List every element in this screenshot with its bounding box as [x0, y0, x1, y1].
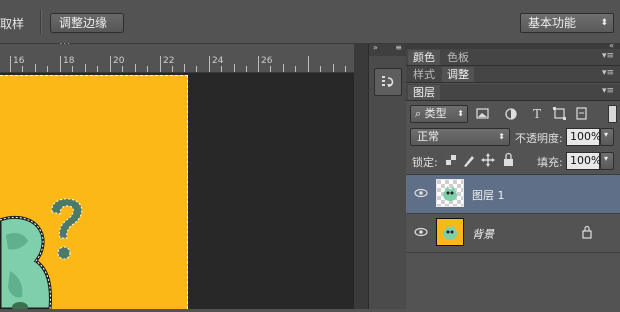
layers-panel-tabs: 图层 ▾≡ [406, 84, 620, 101]
panel-menu-icon[interactable]: ▾≡ [602, 86, 614, 96]
selection-marquee [0, 75, 188, 309]
dock-header: » ≡ [369, 43, 406, 56]
blend-mode-label: 正常 [417, 130, 439, 143]
color-panel-tabs: 颜色 色板 ▾≡ [406, 49, 620, 66]
layer-name[interactable]: 图层 1 [472, 187, 505, 203]
panel-menu-icon[interactable]: ▾≡ [602, 51, 614, 61]
workspace-select[interactable]: 基本功能 ⬍ [520, 13, 614, 33]
layer-row[interactable]: 图层 1 [406, 175, 620, 214]
chevron-down-icon: ▾ [604, 130, 609, 139]
opacity-label: 不透明度: [515, 132, 563, 145]
sample-label[interactable]: 取样 [0, 15, 24, 32]
fill-input[interactable]: 100% [566, 152, 601, 170]
search-icon: ⌕ [415, 107, 422, 120]
layer-thumbnail[interactable] [436, 218, 464, 246]
collapse-arrows-icon[interactable]: » [373, 43, 378, 52]
workspace-label: 基本功能 [528, 16, 577, 30]
history-icon [382, 76, 394, 87]
blend-mode-select[interactable]: 正常 ⬍ [410, 128, 510, 146]
collapsed-dock: » ≡ [368, 43, 407, 309]
tab-styles[interactable]: 样式 [408, 67, 440, 82]
chevron-updown-icon: ⬍ [498, 132, 505, 141]
history-panel-button[interactable] [374, 68, 402, 96]
lock-icon [582, 225, 592, 239]
toolbar-separator [40, 10, 42, 34]
layer-thumbnail[interactable] [436, 179, 464, 207]
layer-row[interactable]: 背景 [406, 214, 620, 253]
right-panel-column: « 颜色 色板 ▾≡ 样式 调整 ▾≡ 图层 ▾≡ ⌕ 类型 ⬍ T 正常 ⬍ … [406, 41, 620, 309]
fill-dropdown[interactable]: ▾ [600, 152, 614, 170]
chevron-down-icon: ▾ [604, 154, 609, 163]
opacity-input[interactable]: 100% [566, 128, 601, 146]
horizontal-ruler[interactable]: 16 18 20 22 24 26 [0, 44, 356, 73]
filter-kind-label: 类型 [424, 107, 447, 120]
refine-edge-button[interactable]: 调整边缘 ... [50, 13, 124, 48]
tab-adjustments[interactable]: 调整 [442, 67, 474, 82]
eye-icon[interactable] [414, 225, 428, 239]
lock-icons[interactable] [444, 152, 516, 168]
layer-filter-select[interactable]: ⌕ 类型 ⬍ [410, 105, 468, 123]
opacity-dropdown[interactable]: ▾ [600, 128, 614, 146]
layer-name[interactable]: 背景 [472, 226, 494, 242]
tab-layers[interactable]: 图层 [408, 85, 440, 100]
tab-swatches[interactable]: 色板 [442, 50, 474, 65]
eye-icon[interactable] [414, 186, 428, 200]
svg-text:T: T [533, 107, 541, 121]
chevron-updown-icon: ⬍ [457, 109, 464, 118]
chevron-updown-icon: ⬍ [600, 18, 608, 28]
document-scrollbar[interactable] [354, 44, 368, 309]
options-bar: 取样 调整边缘 ... 基本功能 ⬍ [0, 0, 620, 48]
panel-menu-icon[interactable]: ▾≡ [602, 68, 614, 78]
panel-menu-icon[interactable]: ≡ [395, 43, 402, 52]
fill-label: 填充: [537, 156, 563, 169]
layer-filter-icons[interactable]: T [474, 105, 604, 123]
filter-toggle[interactable] [608, 105, 617, 123]
lock-label: 锁定: [412, 156, 438, 169]
tab-color[interactable]: 颜色 [408, 50, 440, 65]
adjust-panel-tabs: 样式 调整 ▾≡ [406, 66, 620, 83]
ruler-ticks [10, 56, 346, 72]
